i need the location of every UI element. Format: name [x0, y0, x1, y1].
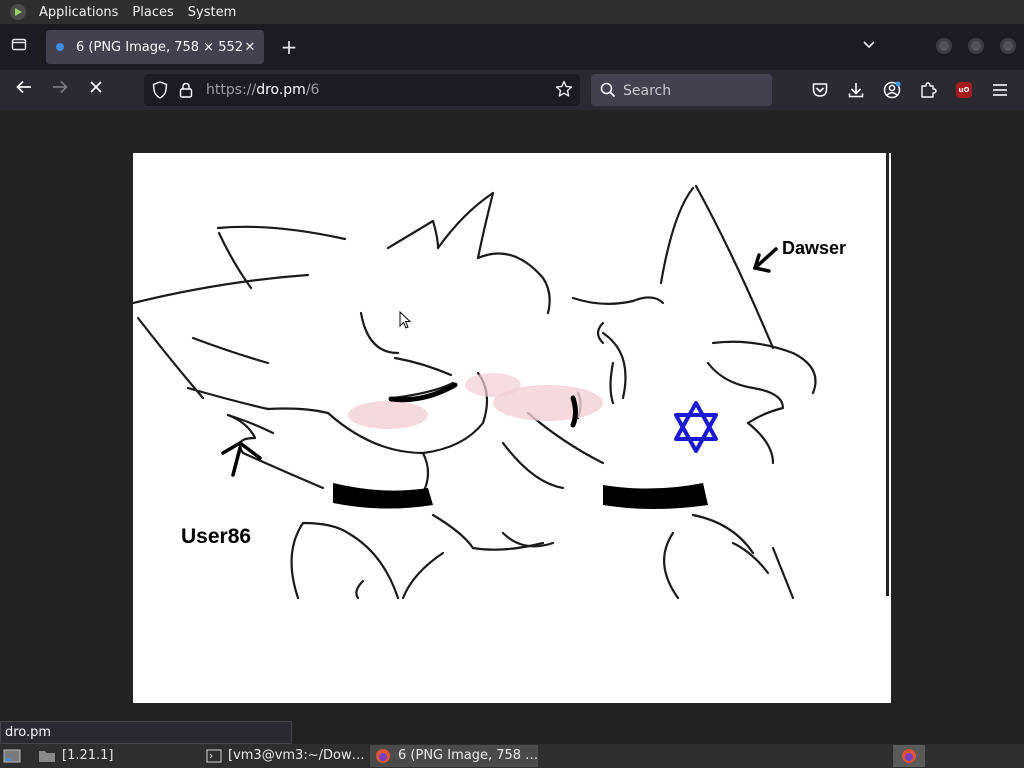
places-menu[interactable]: Places — [125, 5, 180, 20]
show-desktop-icon[interactable] — [2, 745, 22, 767]
account-icon[interactable] — [880, 78, 904, 102]
taskbar-firefox-label: 6 (PNG Image, 758 … — [398, 748, 538, 763]
tab-active[interactable]: 6 (PNG Image, 758 × 552 pixels) ✕ — [46, 30, 264, 64]
page-content: Dawser User86 dro.pm — [0, 110, 1024, 744]
url-host: dro.pm — [256, 82, 306, 98]
arrow-left-icon — [16, 80, 31, 94]
top-panel: Applications Places System — [0, 0, 1024, 24]
arrow-right-icon — [53, 80, 68, 94]
png-image[interactable]: Dawser User86 — [133, 153, 891, 703]
system-menu[interactable]: System — [181, 5, 243, 20]
status-link-preview: dro.pm — [0, 721, 292, 744]
tray-firefox-icon[interactable] — [893, 745, 925, 767]
search-input[interactable] — [621, 74, 765, 108]
forward-button[interactable] — [48, 78, 72, 102]
workspace-indicator[interactable]: [1.21.1] — [62, 745, 122, 767]
taskbar-item-terminal[interactable]: [vm3@vm3:~/Dow… — [206, 745, 366, 767]
navigation-toolbar: https://dro.pm/6 uO — [0, 70, 1024, 110]
close-icon — [90, 81, 102, 93]
search-icon — [599, 81, 617, 99]
close-window-button[interactable] — [1000, 38, 1016, 54]
url-text[interactable]: https://dro.pm/6 — [206, 74, 319, 106]
hamburger-menu-icon[interactable] — [988, 78, 1012, 102]
dawser-label: Dawser — [782, 238, 847, 258]
back-button[interactable] — [12, 78, 36, 102]
distro-logo-icon[interactable] — [10, 4, 26, 20]
ublock-origin-icon[interactable]: uO — [952, 78, 976, 102]
tab-list-icon[interactable] — [8, 36, 30, 58]
stop-button[interactable] — [84, 78, 108, 102]
shield-icon[interactable] — [152, 81, 168, 99]
list-all-tabs-button[interactable] — [858, 36, 880, 58]
folder-icon[interactable] — [38, 745, 56, 767]
tab-title: 6 (PNG Image, 758 × 552 pixels) — [76, 39, 242, 55]
taskbar-item-firefox[interactable]: 6 (PNG Image, 758 … — [370, 745, 538, 767]
url-bar[interactable]: https://dro.pm/6 — [144, 74, 580, 106]
lock-icon[interactable] — [178, 81, 194, 99]
tab-bar: 6 (PNG Image, 758 × 552 pixels) ✕ + — [0, 24, 1024, 70]
sketch-drawing — [133, 153, 891, 703]
new-tab-button[interactable]: + — [278, 36, 300, 58]
maximize-button[interactable] — [968, 38, 984, 54]
url-path: /6 — [305, 82, 320, 98]
download-icon[interactable] — [844, 78, 868, 102]
favicon-icon — [56, 43, 64, 51]
tab-close-icon[interactable]: ✕ — [242, 40, 258, 55]
firefox-icon — [376, 748, 390, 763]
applications-menu[interactable]: Applications — [32, 5, 125, 20]
terminal-icon — [206, 748, 222, 763]
puzzle-icon[interactable] — [916, 78, 940, 102]
taskbar-terminal-label: [vm3@vm3:~/Dow… — [228, 748, 365, 763]
search-bar[interactable] — [591, 74, 772, 108]
ublock-label: uO — [956, 82, 972, 98]
star-icon[interactable] — [554, 80, 574, 100]
user86-label: User86 — [181, 525, 252, 548]
bottom-panel: [1.21.1] [vm3@vm3:~/Dow… 6 (PNG Image, 7… — [0, 744, 1024, 768]
mouse-cursor-icon — [399, 311, 411, 329]
pocket-icon[interactable] — [808, 78, 832, 102]
minimize-button[interactable] — [936, 38, 952, 54]
url-scheme: https:// — [206, 82, 257, 98]
